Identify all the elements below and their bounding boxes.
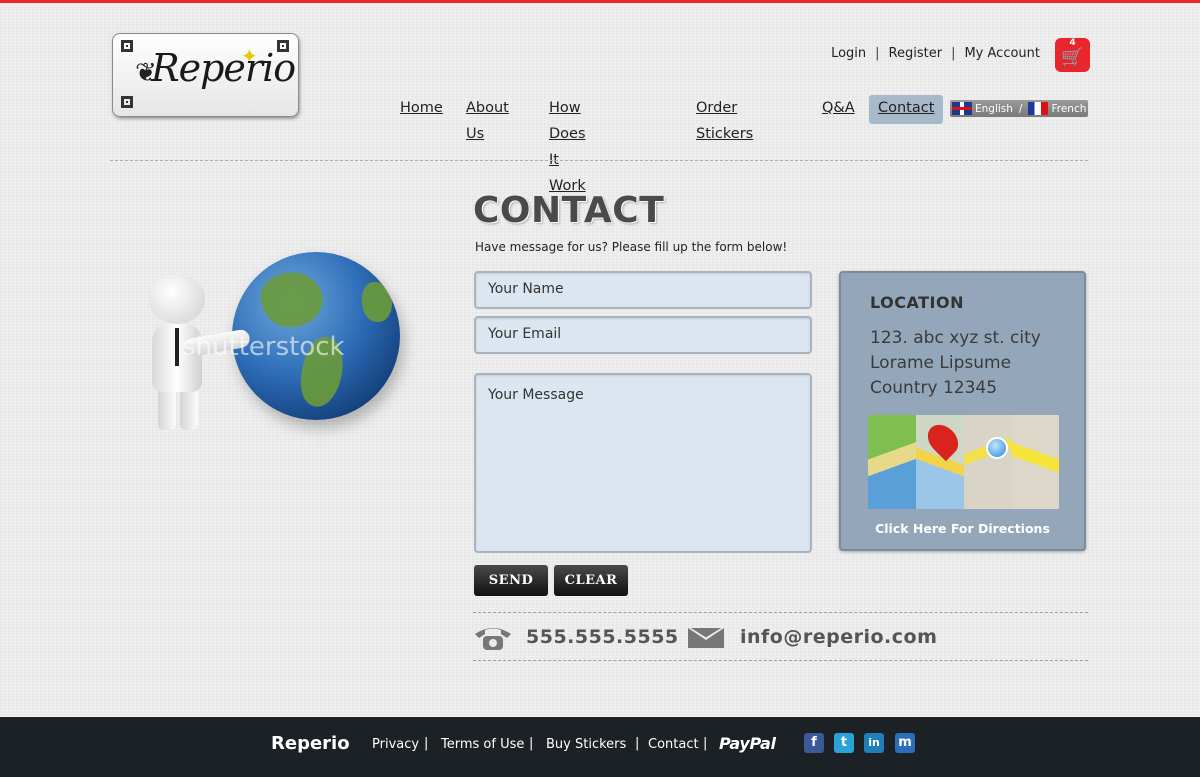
separator: |	[875, 46, 880, 61]
separator: |	[951, 46, 956, 61]
nav-how-does-it-work[interactable]: How Does It Work	[549, 95, 586, 194]
cart-button[interactable]: 4 🛒	[1055, 38, 1090, 72]
form-instructions: Have message for us? Please fill up the …	[475, 240, 788, 254]
account-links: Login | Register | My Account	[831, 46, 1040, 61]
message-textarea[interactable]: Your Message	[474, 373, 812, 553]
phone-number: 555.555.5555	[526, 626, 679, 648]
linkedin-icon[interactable]: in	[864, 733, 884, 753]
my-account-link[interactable]: My Account	[964, 46, 1040, 61]
address-line: Country 12345	[870, 378, 998, 398]
address-line: 123. abc xyz st. city	[870, 328, 1041, 348]
facebook-icon[interactable]: f	[804, 733, 824, 753]
header-divider	[110, 160, 1088, 161]
map-location-dot-icon	[986, 437, 1008, 459]
email-address[interactable]: info@reperio.com	[740, 626, 937, 648]
globe-illustration: shutterstock	[112, 230, 422, 450]
paypal-logo: PayPal	[719, 734, 776, 753]
name-input[interactable]: Your Name	[474, 271, 812, 309]
phone-icon	[475, 628, 511, 650]
send-button[interactable]: SEND	[474, 565, 548, 596]
footer-buy-stickers-link[interactable]: Buy Stickers	[546, 737, 626, 752]
contact-divider	[473, 612, 1088, 613]
separator: |	[635, 736, 640, 751]
nav-qa[interactable]: Q&A	[822, 95, 855, 124]
map-icon[interactable]	[868, 415, 1059, 509]
footer-brand: Reperio	[271, 733, 350, 754]
page-title: CONTACT	[473, 190, 665, 231]
image-watermark: shutterstock	[182, 332, 345, 362]
language-english[interactable]: English	[975, 103, 1013, 115]
france-flag-icon[interactable]	[1028, 102, 1049, 115]
twitter-icon[interactable]: t	[834, 733, 854, 753]
mail-icon	[688, 628, 724, 648]
site-logo[interactable]: ❦ ✦ Reperio	[112, 33, 299, 117]
nav-about-us[interactable]: About Us	[466, 95, 509, 142]
footer-privacy-link[interactable]: Privacy	[372, 737, 419, 752]
footer: Reperio Privacy | Terms of Use | Buy Sti…	[0, 717, 1200, 777]
contact-info-bar: 555.555.5555 info@reperio.com	[473, 620, 1088, 654]
email-input[interactable]: Your Email	[474, 316, 812, 354]
login-link[interactable]: Login	[831, 46, 866, 61]
location-box: LOCATION 123. abc xyz st. city Lorame Li…	[839, 271, 1086, 551]
logo-qr-corner-icon	[121, 96, 133, 108]
location-title: LOCATION	[870, 293, 964, 312]
logo-text: Reperio	[151, 46, 296, 90]
nav-order-stickers[interactable]: Order Stickers	[696, 95, 753, 142]
nav-home[interactable]: Home	[400, 95, 443, 124]
separator: |	[424, 736, 429, 751]
logo-qr-corner-icon	[121, 40, 133, 52]
cart-icon: 🛒	[1061, 47, 1084, 68]
footer-terms-link[interactable]: Terms of Use	[441, 737, 524, 752]
separator: |	[529, 736, 534, 751]
register-link[interactable]: Register	[889, 46, 943, 61]
clear-button[interactable]: CLEAR	[554, 565, 628, 596]
footer-contact-link[interactable]: Contact	[648, 737, 699, 752]
address-line: Lorame Lipsume	[870, 353, 1012, 373]
uk-flag-icon[interactable]	[952, 102, 972, 115]
myspace-icon[interactable]: m	[895, 733, 915, 753]
contact-divider	[473, 660, 1088, 661]
top-accent-bar	[0, 0, 1200, 3]
directions-link[interactable]: Click Here For Directions	[841, 521, 1084, 536]
language-french[interactable]: French	[1051, 103, 1086, 115]
language-switcher: English / French	[950, 100, 1088, 117]
language-separator: /	[1018, 102, 1023, 115]
nav-contact[interactable]: Contact	[869, 95, 944, 124]
separator: |	[703, 736, 708, 751]
